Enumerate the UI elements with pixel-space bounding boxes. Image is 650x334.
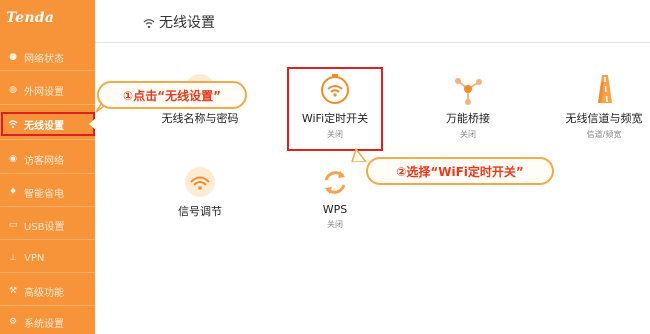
road-channel-icon [598, 75, 612, 103]
sidebar-item-system-settings[interactable]: ⚙ 系统设置 [0, 310, 95, 334]
sidebar-item-network-status[interactable]: ● 网络状态 [0, 45, 95, 69]
page-title: 无线设置 [159, 15, 215, 31]
tile-channel-bandwidth[interactable]: 无线信道与频宽 信道/频宽 [556, 72, 650, 140]
divider [0, 239, 95, 240]
sidebar-item-label: VPN [24, 252, 45, 264]
divider [0, 70, 95, 71]
bridge-network-icon [455, 78, 482, 105]
annotation-step1: ①点击“无线设置” [97, 81, 247, 109]
sidebar-item-label: 智能省电 [24, 188, 64, 200]
divider [0, 173, 95, 174]
bulb-icon: ♦ [8, 187, 18, 197]
gear-icon: ⚙ [8, 317, 18, 327]
sidebar-item-wan-settings[interactable]: ◍ 外网设置 [0, 78, 95, 102]
user-icon: ● [9, 52, 17, 62]
tile-signal-adjust[interactable]: 信号调节 [152, 165, 248, 219]
tools-icon: ⚒ [8, 286, 18, 296]
tile-universal-bridge[interactable]: 万能桥接 关闭 [420, 72, 516, 140]
divider [0, 139, 95, 140]
wps-refresh-icon [324, 171, 346, 194]
tile-label: 无线名称与密码 [161, 112, 239, 125]
wifi-icon [143, 14, 155, 33]
divider [0, 305, 95, 306]
sidebar-item-label: 外网设置 [24, 86, 64, 98]
usb-icon: ▭ [8, 220, 18, 230]
divider [0, 104, 95, 105]
sidebar-item-guest-network[interactable]: ◉ 访客网络 [0, 147, 95, 171]
sidebar-item-power-saving[interactable]: ♦ 智能省电 [0, 180, 95, 204]
annotation-step2: ②选择“WiFi定时开关” [366, 157, 554, 185]
active-item-highlight [1, 112, 95, 136]
page-header: 无线设置 [95, 0, 650, 43]
sidebar-item-label: USB设置 [24, 221, 65, 233]
sidebar: Tenda ● 网络状态 ◍ 外网设置 无线设置 ◉ 访客网络 ♦ 智能省电 ▭… [0, 0, 96, 334]
tile-label: 万能桥接 [446, 112, 490, 125]
tile-label: WPS [322, 203, 348, 216]
tile-status: 信道/频宽 [586, 130, 622, 139]
sidebar-item-label: 系统设置 [24, 318, 64, 330]
target-tile-highlight [287, 67, 383, 151]
tile-label: 信号调节 [178, 205, 222, 218]
sidebar-item-advanced[interactable]: ⚒ 高级功能 [0, 279, 95, 303]
sidebar-item-usb-settings[interactable]: ▭ USB设置 [0, 213, 95, 237]
tile-status: 关闭 [327, 220, 343, 229]
tile-label: 无线信道与频宽 [565, 112, 643, 125]
sidebar-item-label: 网络状态 [24, 53, 64, 65]
guest-icon: ◉ [9, 154, 17, 164]
tenda-logo: Tenda [6, 10, 55, 26]
signal-icon [185, 167, 215, 197]
sidebar-item-label: 高级功能 [24, 287, 64, 299]
vpn-icon: ⊥ [9, 253, 17, 263]
sidebar-item-label: 访客网络 [24, 155, 64, 167]
tile-status: 关闭 [460, 130, 476, 139]
divider [0, 272, 95, 273]
globe-icon: ◍ [9, 85, 17, 95]
sidebar-item-vpn[interactable]: ⊥ VPN [0, 246, 95, 270]
divider [0, 206, 95, 207]
